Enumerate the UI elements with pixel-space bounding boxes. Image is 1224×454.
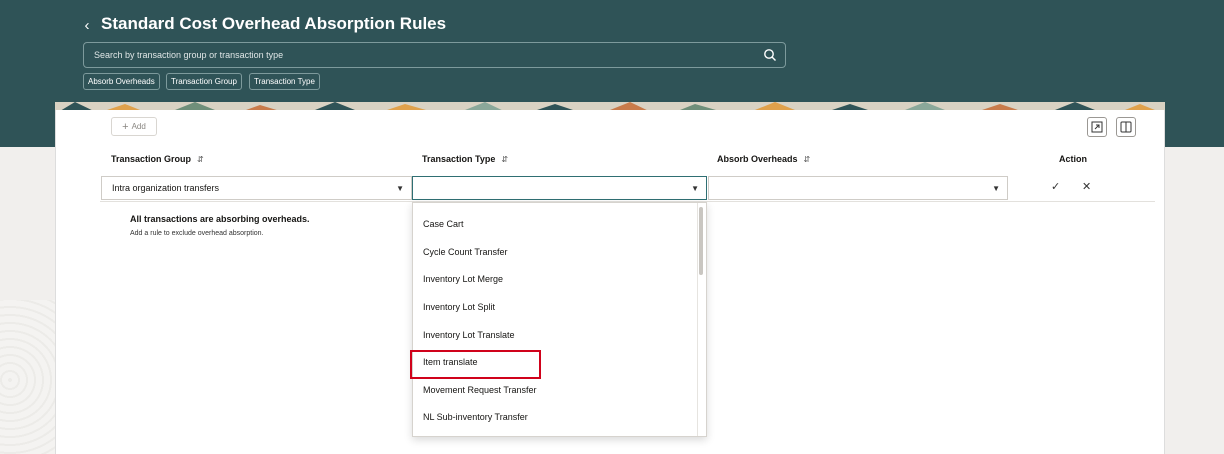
chevron-down-icon[interactable]: ▼ — [992, 184, 1000, 193]
search-input[interactable]: Search by transaction group or transacti… — [83, 42, 786, 68]
absorb-overheads-select[interactable]: ▼ — [708, 176, 1008, 200]
column-header-label: Transaction Group — [111, 154, 192, 164]
search-icon[interactable] — [763, 48, 777, 62]
filter-chip-transaction-type[interactable]: Transaction Type — [249, 73, 320, 90]
page-title: Standard Cost Overhead Absorption Rules — [101, 14, 447, 33]
chevron-down-icon[interactable]: ▼ — [396, 184, 404, 193]
add-button-label: Add — [131, 122, 146, 131]
check-icon[interactable]: ✓ — [1051, 180, 1060, 193]
column-header-transaction-group[interactable]: Transaction Group ⇵ — [111, 154, 204, 164]
export-button[interactable] — [1087, 117, 1107, 137]
transaction-type-dropdown: Case Cart Cycle Count Transfer Inventory… — [412, 202, 707, 437]
columns-icon — [1120, 121, 1132, 133]
dropdown-option[interactable]: Inventory Lot Split — [423, 302, 495, 312]
columns-button[interactable] — [1116, 117, 1136, 137]
close-icon[interactable]: ✕ — [1082, 180, 1091, 193]
plus-icon: + — [122, 120, 129, 133]
column-header-absorb-overheads[interactable]: Absorb Overheads ⇵ — [717, 154, 810, 164]
transaction-group-select[interactable]: Intra organization transfers ▼ — [101, 176, 412, 200]
transaction-type-select[interactable]: ▼ — [412, 176, 707, 200]
empty-state-title: All transactions are absorbing overheads… — [130, 214, 310, 224]
dropdown-option[interactable]: Case Cart — [423, 219, 464, 229]
empty-state-subtitle: Add a rule to exclude overhead absorptio… — [130, 230, 264, 237]
highlight-box — [410, 350, 541, 379]
dropdown-option[interactable]: Inventory Lot Merge — [423, 274, 503, 284]
transaction-group-value: Intra organization transfers — [112, 183, 220, 193]
dropdown-option[interactable]: NL Sub-inventory Transfer — [423, 412, 528, 422]
sort-icon[interactable]: ⇵ — [501, 155, 508, 164]
scrollbar-track[interactable] — [697, 203, 698, 436]
sort-icon[interactable]: ⇵ — [804, 155, 811, 164]
background-decoration — [0, 300, 55, 454]
filter-chip-transaction-group[interactable]: Transaction Group — [166, 73, 242, 90]
column-header-label: Action — [1059, 154, 1087, 164]
search-placeholder: Search by transaction group or transacti… — [94, 50, 284, 60]
filter-chip-absorb-overheads[interactable]: Absorb Overheads — [83, 73, 160, 90]
dropdown-option[interactable]: Cycle Count Transfer — [423, 247, 508, 257]
column-header-transaction-type[interactable]: Transaction Type ⇵ — [422, 154, 508, 164]
sort-icon[interactable]: ⇵ — [197, 155, 204, 164]
column-header-label: Absorb Overheads — [717, 154, 798, 164]
dropdown-option[interactable]: Inventory Lot Translate — [423, 330, 515, 340]
scrollbar-thumb[interactable] — [699, 207, 703, 275]
dropdown-option[interactable]: Movement Request Transfer — [423, 385, 537, 395]
export-icon — [1091, 121, 1103, 133]
back-icon[interactable]: ‹ — [80, 16, 94, 34]
column-header-label: Transaction Type — [422, 154, 496, 164]
column-header-action: Action — [1059, 154, 1087, 164]
add-button[interactable]: + Add — [111, 117, 157, 136]
chevron-down-icon[interactable]: ▼ — [691, 184, 699, 193]
